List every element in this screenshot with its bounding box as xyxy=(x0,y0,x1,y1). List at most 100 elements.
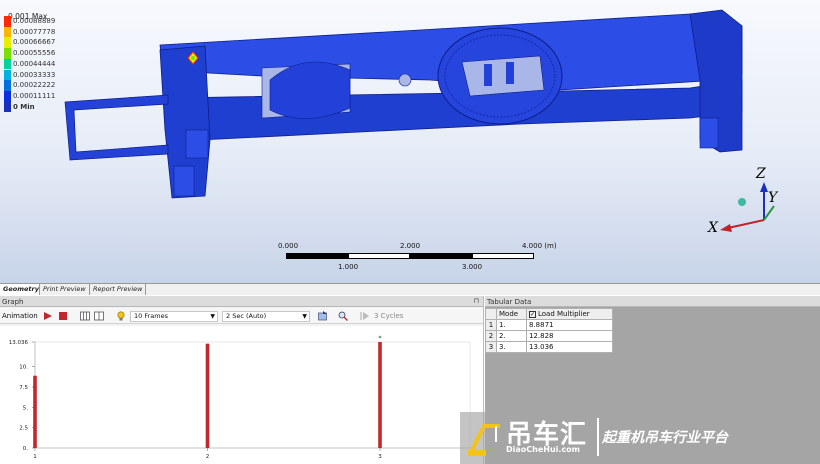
stop-icon[interactable] xyxy=(58,311,68,321)
legend-min-row: 0 Min xyxy=(4,101,94,113)
watermark-divider xyxy=(597,418,599,456)
load-multiplier-cell: 8.8871 xyxy=(526,319,613,331)
zoom-icon[interactable] xyxy=(338,311,348,321)
legend-row: 0.00077778 xyxy=(4,26,94,38)
column-header-label: Load Multiplier xyxy=(538,310,590,318)
frames-view-icon[interactable] xyxy=(80,311,90,321)
chevron-down-icon: ▼ xyxy=(302,313,307,320)
legend-value: 0.00066667 xyxy=(13,38,56,47)
x-tick-label: 2 xyxy=(206,454,210,460)
legend-value: 0.00044444 xyxy=(13,59,56,68)
tab-geometry[interactable]: Geometry xyxy=(0,284,40,295)
graph-panel: Graph ⊓ Animation 10 Frames ▼ 2 Sec (Auto… xyxy=(0,296,484,464)
legend-value: 0 Min xyxy=(13,102,35,111)
legend-swatch xyxy=(4,26,11,38)
frames-dropdown[interactable]: 10 Frames ▼ xyxy=(130,311,218,322)
x-tick-label: 1 xyxy=(33,454,37,460)
y-tick-label: 2.5 xyxy=(19,426,28,432)
legend-value: 0.00055556 xyxy=(13,49,56,58)
legend-swatch xyxy=(4,37,11,49)
y-tick-label: 7.5 xyxy=(19,385,28,391)
scale-label-3: 3.000 xyxy=(462,263,483,271)
graph-header: Graph ⊓ xyxy=(0,296,483,307)
mode-cell: 2. xyxy=(496,330,527,342)
scale-segment xyxy=(472,253,534,259)
tabular-data-table: Mode ✓ Load Multiplier 1 1. 8.8871 2 2. 1… xyxy=(485,308,613,353)
animation-toolbar: Animation 10 Frames ▼ 2 Sec (Auto) ▼ 3 Cyc… xyxy=(0,308,483,324)
axis-z-label: Z xyxy=(756,166,766,182)
tab-report-preview[interactable]: Report Preview xyxy=(90,284,146,295)
watermark-banner: 吊车汇 DiaoCheHui.com 起重机吊车行业平台 xyxy=(460,412,820,464)
scale-bar: 0.000 2.000 4.000 (m) 1.000 3.000 xyxy=(278,242,557,274)
load-multiplier-cell: 13.036 xyxy=(526,341,613,353)
pin-icon[interactable]: ⊓ xyxy=(474,297,479,305)
legend-row: 0.00066667 xyxy=(4,37,94,49)
y-tick-label: 13.036 xyxy=(9,340,29,346)
load-multiplier-cell: 12.828 xyxy=(526,330,613,342)
3d-viewport[interactable]: 0.001 Max 0.00088889 0.00077778 0.00066667… xyxy=(0,0,820,284)
scale-label-0: 0.000 xyxy=(278,242,299,250)
tabular-header: Tabular Data xyxy=(485,296,820,307)
mode-chart-area: 0. 2.5 5. 7.5 10. 13.036 1 2 3 * xyxy=(0,326,483,464)
chart-bar xyxy=(205,343,210,448)
export-video-icon[interactable] xyxy=(318,311,328,321)
axis-triad[interactable]: Z Y X xyxy=(700,166,790,244)
scale-label-1: 1.000 xyxy=(338,263,359,271)
chart-bar xyxy=(378,342,382,448)
chevron-down-icon: ▼ xyxy=(210,313,215,320)
tabular-title: Tabular Data xyxy=(487,298,532,306)
row-number: 2 xyxy=(485,330,497,342)
column-header-load-multiplier[interactable]: ✓ Load Multiplier xyxy=(526,308,613,320)
mode-bar-chart: 0. 2.5 5. 7.5 10. 13.036 1 2 3 * xyxy=(9,335,471,460)
legend-row: 0.00088889 xyxy=(4,16,94,27)
legend-swatch xyxy=(4,80,11,91)
mode-cell: 1. xyxy=(496,319,527,331)
legend-swatch xyxy=(4,16,11,27)
tab-print-preview[interactable]: Print Preview xyxy=(40,284,90,295)
chart-bar xyxy=(33,375,37,448)
distributed-frames-icon[interactable] xyxy=(94,311,104,321)
watermark-slogan: 起重机吊车行业平台 xyxy=(602,430,728,446)
y-tick-label: 10. xyxy=(19,365,28,371)
column-header-mode[interactable]: Mode xyxy=(496,308,527,320)
mode-cell: 3. xyxy=(496,341,527,353)
scale-label-4: 4.000 (m) xyxy=(522,242,557,250)
cycles-icon[interactable] xyxy=(360,311,370,321)
duration-dropdown[interactable]: 2 Sec (Auto) ▼ xyxy=(222,311,310,322)
cycles-label: 3 Cycles xyxy=(374,312,404,320)
lightbulb-icon[interactable] xyxy=(116,311,126,321)
legend-row: 0.00033333 xyxy=(4,69,94,81)
frames-value: 10 Frames xyxy=(134,312,168,320)
graph-title: Graph xyxy=(2,298,24,306)
legend-value: 0.00077778 xyxy=(13,27,56,36)
scale-label-2: 2.000 xyxy=(400,242,421,250)
scale-segment xyxy=(286,253,348,259)
legend-swatch xyxy=(4,90,11,102)
corner-cell xyxy=(485,308,497,320)
x-tick-label: 3 xyxy=(378,454,382,460)
legend-value: 0.00022222 xyxy=(13,81,56,90)
legend-value: 0.00088889 xyxy=(13,17,56,25)
legend-swatch xyxy=(4,58,11,70)
axis-x-label: X xyxy=(708,220,718,236)
play-icon[interactable] xyxy=(43,311,53,321)
watermark-url: DiaoCheHui.com xyxy=(506,445,581,454)
scale-segment xyxy=(348,253,410,259)
table-row[interactable]: 1 1. 8.8871 xyxy=(485,319,613,331)
legend-value: 0.00011111 xyxy=(13,91,56,100)
animation-label: Animation xyxy=(2,312,38,320)
crane-logo-icon xyxy=(468,424,500,456)
table-row[interactable]: 2 2. 12.828 xyxy=(485,330,613,342)
legend-row: 0.00022222 xyxy=(4,80,94,91)
row-number: 1 xyxy=(485,319,497,331)
table-row[interactable]: 3 3. 13.036 xyxy=(485,341,613,353)
plot-frame xyxy=(34,341,471,449)
legend-row: 0.00044444 xyxy=(4,58,94,70)
y-tick-label: 5. xyxy=(23,405,28,411)
legend-swatch xyxy=(4,48,11,59)
table-header-row: Mode ✓ Load Multiplier xyxy=(485,308,613,320)
column-checkbox[interactable]: ✓ xyxy=(529,310,536,318)
legend-row: 0.00055556 xyxy=(4,48,94,59)
peak-marker: * xyxy=(379,335,382,342)
legend-value: 0.00033333 xyxy=(13,70,56,79)
